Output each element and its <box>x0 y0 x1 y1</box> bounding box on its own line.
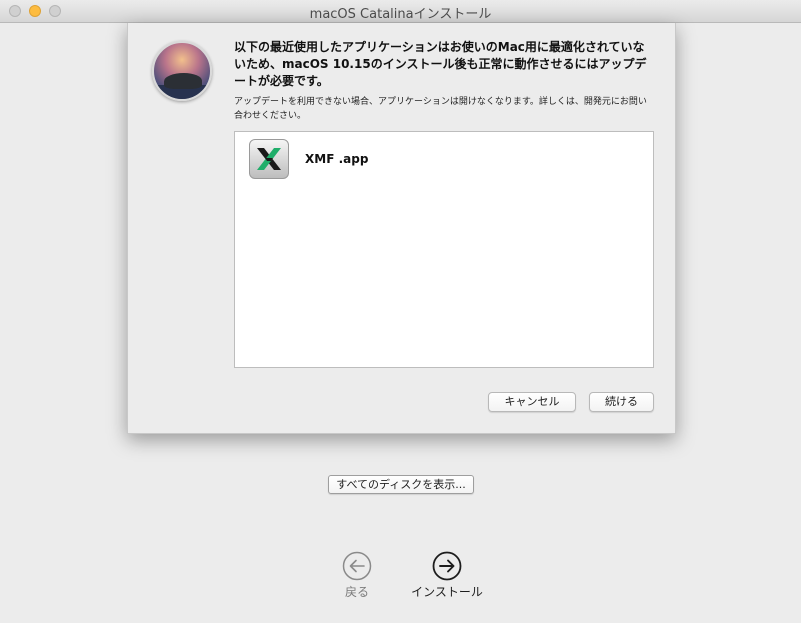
install-label: インストール <box>411 585 483 599</box>
install-button[interactable]: インストール <box>403 551 491 600</box>
sheet-heading: 以下の最近使用したアプリケーションはお使いのMac用に最適化されていないため、m… <box>234 40 647 88</box>
incompatible-apps-list[interactable]: XMF .app <box>234 131 654 368</box>
compatibility-sheet: 以下の最近使用したアプリケーションはお使いのMac用に最適化されていないため、m… <box>127 23 676 434</box>
continue-button[interactable]: 続ける <box>589 392 654 412</box>
back-button[interactable]: 戻る <box>332 551 382 600</box>
cancel-button[interactable]: キャンセル <box>488 392 576 412</box>
sheet-subtext: アップデートを利用できない場合、アプリケーションは開けなくなります。詳しくは、開… <box>234 97 647 121</box>
arrow-left-circle-icon <box>342 551 372 581</box>
list-item[interactable]: XMF .app <box>249 139 629 181</box>
show-all-disks-button[interactable]: すべてのディスクを表示... <box>328 475 474 494</box>
xmf-app-icon <box>249 139 289 179</box>
app-name-label: XMF .app <box>305 152 369 166</box>
arrow-right-circle-icon <box>432 551 462 581</box>
back-label: 戻る <box>344 585 369 599</box>
window-title: macOS Catalinaインストール <box>309 7 492 22</box>
title-bar: macOS Catalinaインストール <box>0 0 801 23</box>
installer-window: macOS Catalinaインストール 以下の最近使用したアプリケーションはお… <box>0 0 801 623</box>
macos-catalina-icon <box>152 41 212 101</box>
